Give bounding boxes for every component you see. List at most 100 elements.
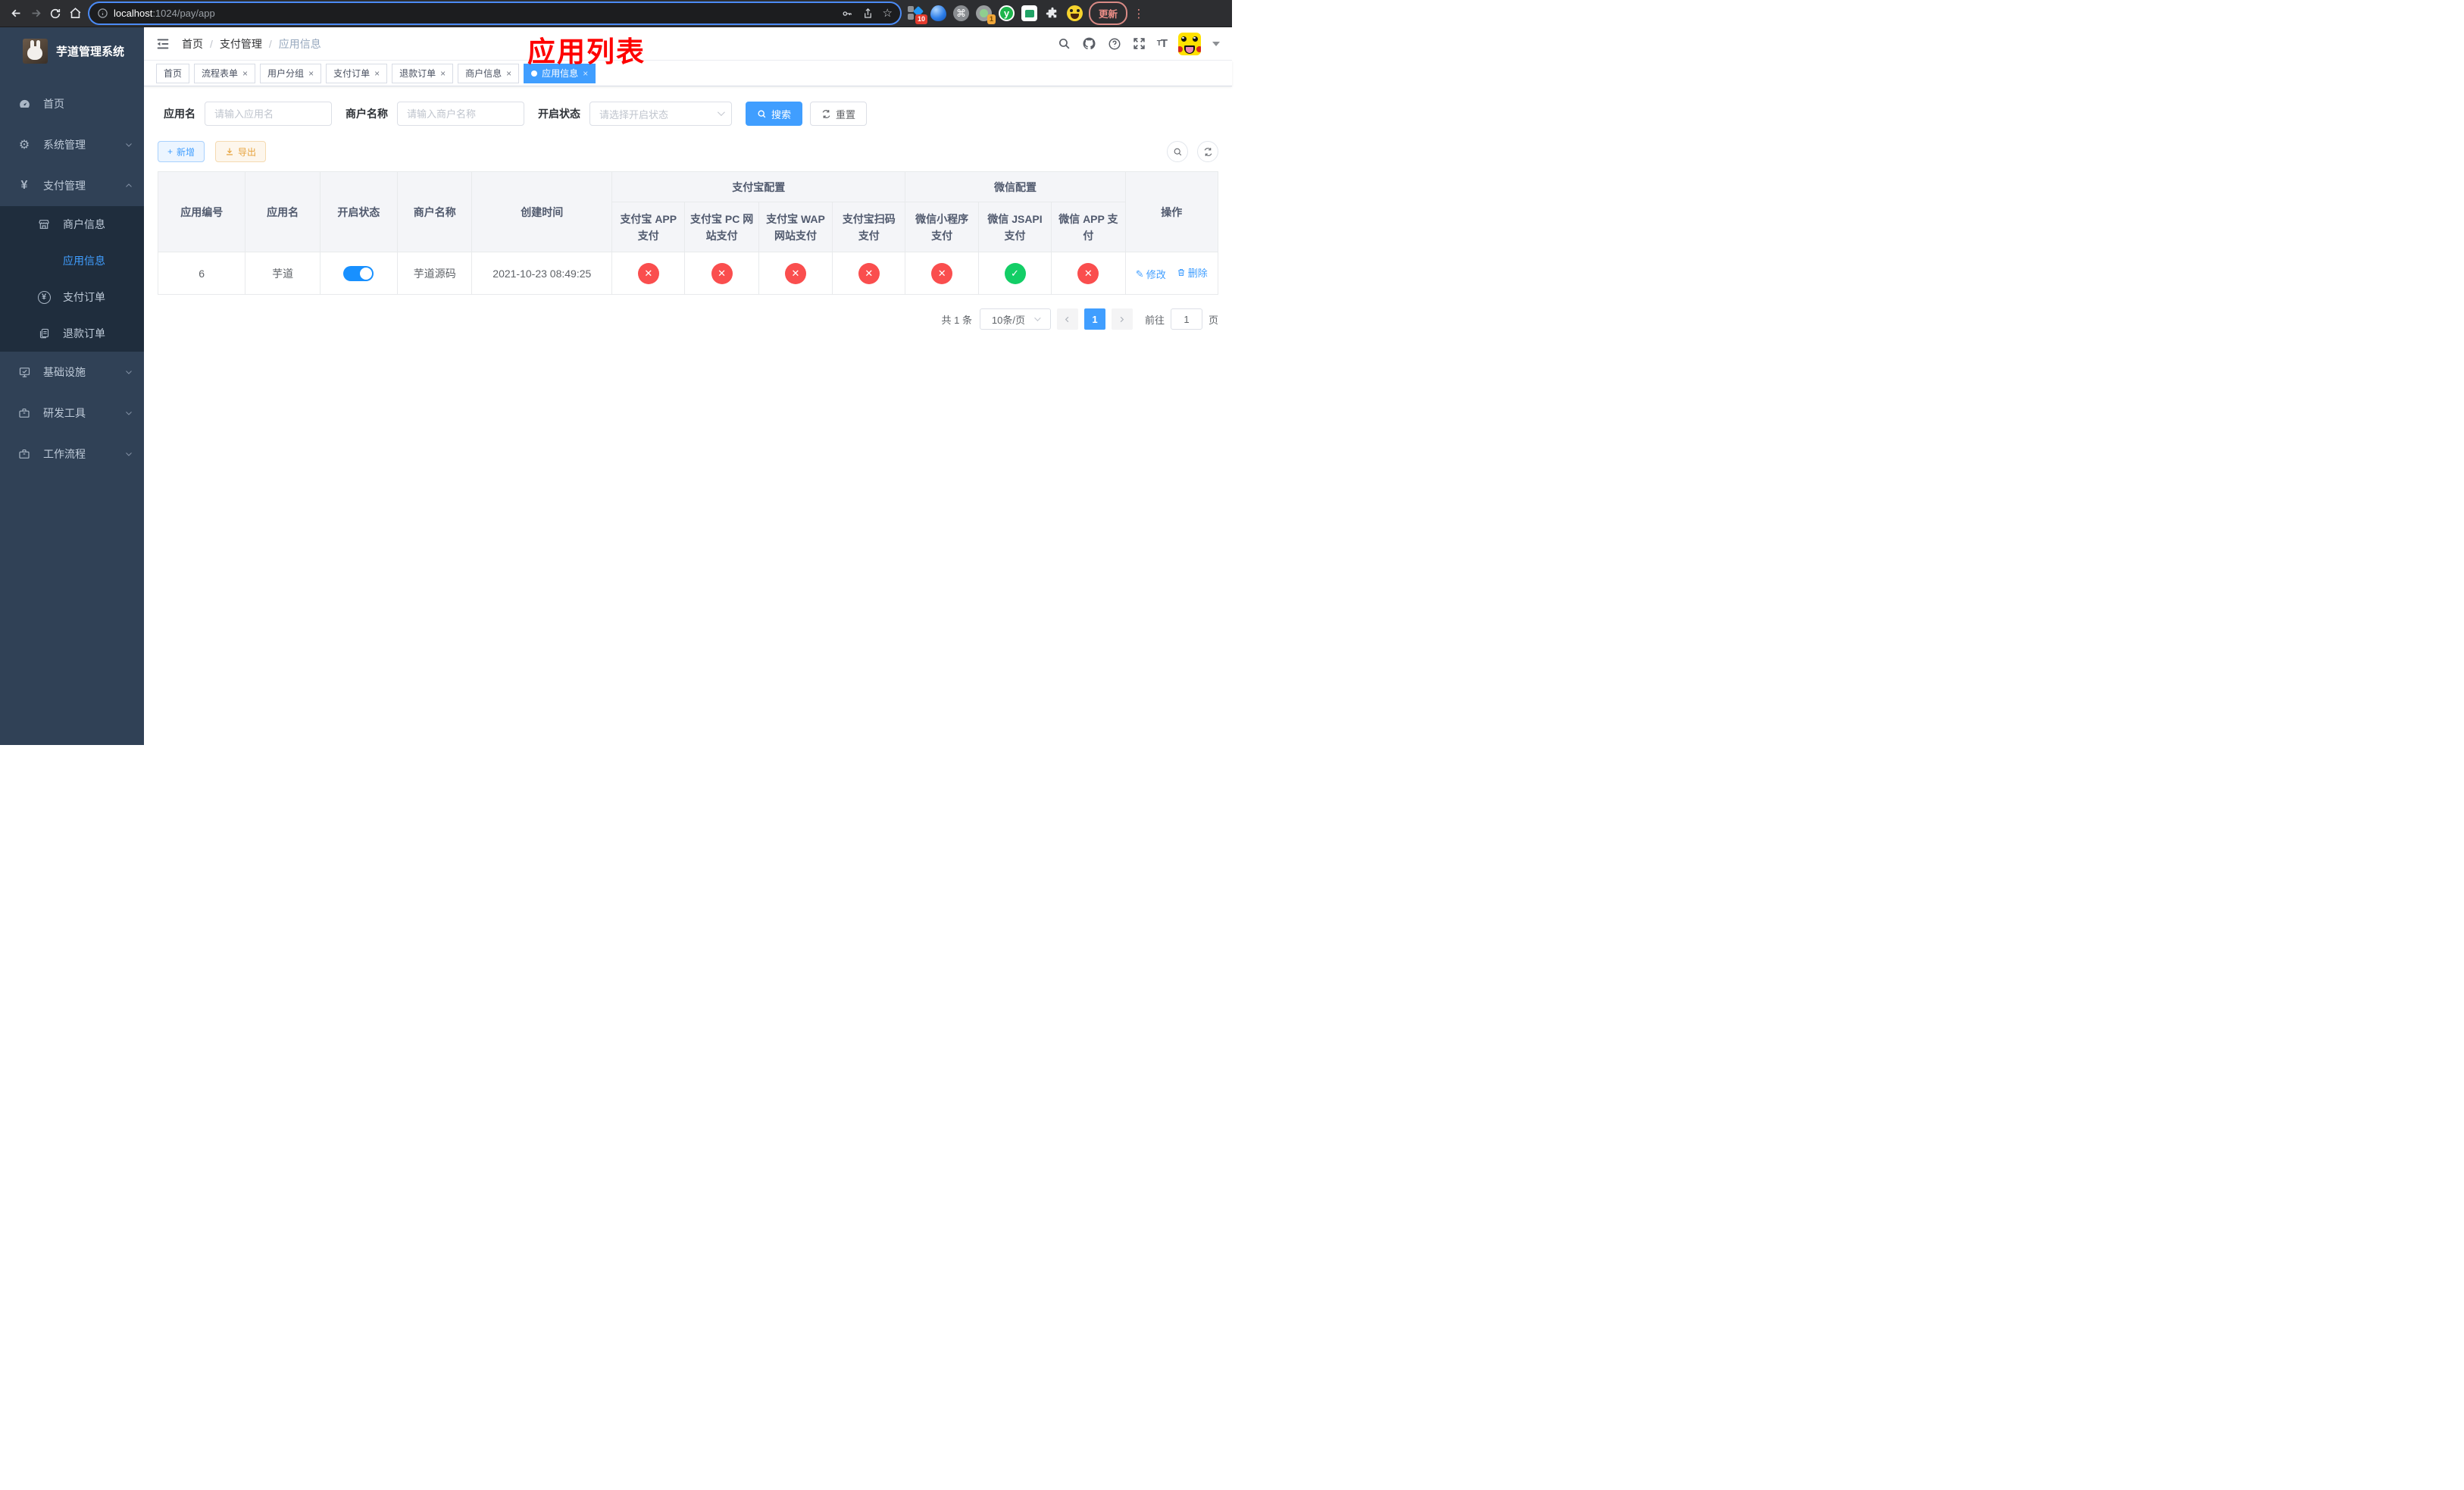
user-avatar[interactable] <box>1178 32 1201 55</box>
font-size-icon[interactable]: TT <box>1157 37 1168 50</box>
pencil-icon: ✎ <box>1135 268 1144 280</box>
sidebar-item-system[interactable]: ⚙ 系统管理 <box>0 124 144 165</box>
close-icon[interactable]: × <box>308 69 314 78</box>
sidebar-item-merchant-info[interactable]: 商户信息 <box>0 206 144 243</box>
table-tools <box>1167 141 1218 162</box>
cell-created: 2021-10-23 08:49:25 <box>471 252 613 295</box>
browser-menu-icon[interactable]: ⋮ <box>1132 7 1146 20</box>
key-icon[interactable] <box>841 8 853 20</box>
monitor-icon <box>17 366 32 378</box>
fullscreen-icon[interactable] <box>1133 37 1146 50</box>
sketch-extension-icon[interactable]: 10 <box>908 5 927 24</box>
chat-extension-icon[interactable] <box>1021 5 1037 21</box>
url-text[interactable]: localhost:1024/pay/app <box>114 8 832 19</box>
alipay-pc-status-icon: ✕ <box>711 262 733 284</box>
breadcrumb-current: 应用信息 <box>278 37 321 50</box>
close-icon[interactable]: × <box>374 69 380 78</box>
sidebar-item-pay-order[interactable]: ¥ 支付订单 <box>0 279 144 315</box>
sidebar-item-label: 支付管理 <box>43 180 86 192</box>
recorder-extension-icon[interactable]: 1 <box>976 5 996 24</box>
circle-yen-icon: ¥ <box>36 290 52 304</box>
goto-page-input[interactable] <box>1170 308 1202 330</box>
browser-toolbar: localhost:1024/pay/app ☆ 10 ⌘ 1 y 更新 ⋮ <box>0 0 1232 27</box>
sidebar-item-dev-tools[interactable]: 研发工具 <box>0 393 144 434</box>
breadcrumb-payment[interactable]: 支付管理 <box>220 36 262 52</box>
status-select[interactable]: 请选择开启状态 <box>589 102 732 126</box>
forward-icon[interactable] <box>26 4 45 23</box>
search-button[interactable]: 搜索 <box>746 102 803 126</box>
sidebar-item-refund-order[interactable]: 退款订单 <box>0 315 144 352</box>
navbar: 首页 / 支付管理 / 应用信息 TT <box>144 27 1232 61</box>
tab-process-form[interactable]: 流程表单 × <box>194 63 256 83</box>
add-button[interactable]: + 新增 <box>158 141 205 162</box>
home-icon[interactable] <box>65 4 85 23</box>
merchant-name-input[interactable] <box>397 102 524 126</box>
wx-app-status-icon: ✕ <box>1077 262 1099 284</box>
navbar-actions: TT <box>1058 32 1220 55</box>
cell-status <box>319 252 399 295</box>
edit-link[interactable]: ✎ 修改 <box>1136 267 1166 281</box>
cell-operation: ✎ 修改 删除 <box>1124 252 1219 295</box>
tab-user-group[interactable]: 用户分组 × <box>260 63 322 83</box>
help-icon[interactable] <box>1108 37 1121 51</box>
close-icon[interactable]: × <box>242 69 248 78</box>
next-page-button[interactable] <box>1111 308 1133 330</box>
sidebar-item-home[interactable]: 首页 <box>0 83 144 124</box>
refresh-table-icon[interactable] <box>1197 141 1218 162</box>
bookmark-star-icon[interactable]: ☆ <box>883 8 893 19</box>
filter-form: 应用名 商户名称 开启状态 请选择开启状态 搜索 重置 <box>158 102 1218 126</box>
sidebar-item-app-info[interactable]: 应用信息 <box>0 243 144 279</box>
url-bar[interactable]: localhost:1024/pay/app ☆ <box>89 3 900 23</box>
status-switch[interactable] <box>343 265 374 281</box>
sidebar-item-payment[interactable]: ¥ 支付管理 <box>0 165 144 206</box>
close-icon[interactable]: × <box>583 69 588 78</box>
avatar-dropdown-caret-icon[interactable] <box>1212 41 1220 46</box>
browser-update-button[interactable]: 更新 <box>1089 2 1128 25</box>
prev-page-button[interactable] <box>1056 308 1078 330</box>
delete-link[interactable]: 删除 <box>1177 265 1208 280</box>
breadcrumb-home[interactable]: 首页 <box>182 36 203 52</box>
reload-icon[interactable] <box>45 4 65 23</box>
sidebar-menu: 首页 ⚙ 系统管理 ¥ 支付管理 商户信息 应用信息 ¥ 支付订单 退款订单 基… <box>0 83 144 474</box>
export-button[interactable]: 导出 <box>215 141 267 162</box>
close-icon[interactable]: × <box>440 69 446 78</box>
chevron-down-icon <box>124 408 133 418</box>
zoom-search-icon[interactable] <box>1167 141 1188 162</box>
tab-merchant-info[interactable]: 商户信息 × <box>458 63 520 83</box>
extension-badge: 10 <box>915 14 927 24</box>
tab-refund-order[interactable]: 退款订单 × <box>392 63 454 83</box>
sidebar-item-label: 支付订单 <box>63 291 105 303</box>
back-icon[interactable] <box>6 4 26 23</box>
close-icon[interactable]: × <box>506 69 511 78</box>
page-size-select[interactable]: 10条/页 <box>979 308 1051 330</box>
sidebar-logo[interactable]: 芋道管理系统 <box>0 27 144 74</box>
extensions-puzzle-icon[interactable] <box>1044 5 1060 21</box>
reset-button[interactable]: 重置 <box>810 102 868 126</box>
emoji-extension-icon[interactable] <box>1067 5 1083 21</box>
col-created: 创建时间 <box>471 171 613 252</box>
balloon-extension-icon[interactable] <box>930 5 946 21</box>
info-icon[interactable] <box>97 8 108 19</box>
search-icon[interactable] <box>1058 37 1071 50</box>
trash-icon <box>1177 268 1184 276</box>
col-wx-mini: 微信小程序支付 <box>905 202 979 252</box>
share-icon[interactable] <box>862 8 874 20</box>
sidebar-item-infrastructure[interactable]: 基础设施 <box>0 352 144 393</box>
toolbox-icon <box>17 407 32 419</box>
command-extension-icon[interactable]: ⌘ <box>953 5 969 21</box>
tab-home[interactable]: 首页 <box>156 63 190 83</box>
tab-pay-order[interactable]: 支付订单 × <box>326 63 388 83</box>
alipay-wap-status-icon: ✕ <box>784 262 806 284</box>
sidebar-item-workflow[interactable]: 工作流程 <box>0 434 144 474</box>
chevron-down-icon <box>124 449 133 459</box>
search-icon <box>758 109 766 117</box>
collapse-sidebar-icon[interactable] <box>156 38 170 50</box>
status-label: 开启状态 <box>538 108 580 120</box>
y-extension-icon[interactable]: y <box>999 5 1015 21</box>
sidebar-item-label: 系统管理 <box>43 139 86 151</box>
cell-app-name: 芋道 <box>245 252 321 295</box>
app-name-input[interactable] <box>205 102 332 126</box>
github-icon[interactable] <box>1082 36 1096 51</box>
current-page[interactable]: 1 <box>1083 308 1105 330</box>
sidebar-item-label: 商户信息 <box>63 218 105 230</box>
